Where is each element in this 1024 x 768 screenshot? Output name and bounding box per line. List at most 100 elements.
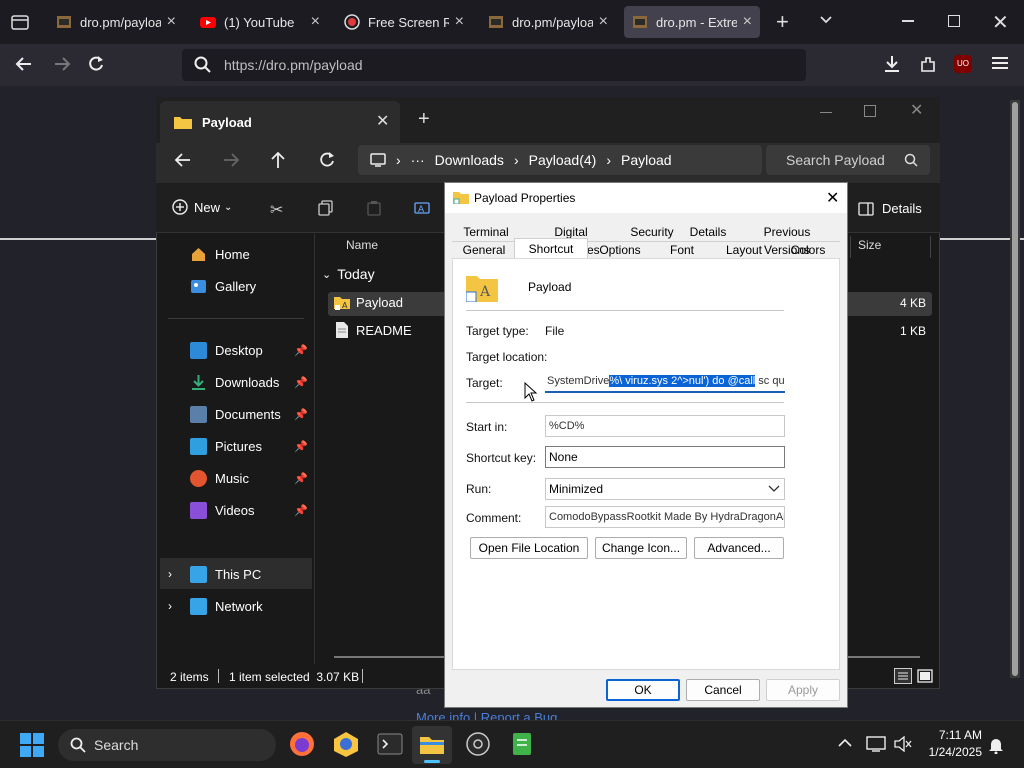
new-button[interactable]: New ⌄ [172, 199, 232, 215]
taskbar-search-box[interactable]: Search [58, 729, 276, 761]
sidebar-item-videos[interactable]: Videos 📌 [160, 495, 312, 525]
notification-bell-icon[interactable] [988, 736, 1004, 754]
breadcrumb-payload4[interactable]: Payload(4) [529, 152, 597, 168]
explorer-minimize-icon[interactable] [820, 112, 832, 113]
cut-icon[interactable]: ✂ [270, 200, 283, 220]
pin-icon[interactable]: 📌 [294, 376, 308, 389]
reload-icon[interactable] [86, 54, 106, 74]
firefox-icon[interactable] [288, 730, 316, 758]
start-windows-icon[interactable] [20, 733, 44, 757]
pin-icon[interactable]: 📌 [294, 344, 308, 357]
sidebar-item-gallery[interactable]: Gallery [160, 271, 312, 301]
back-icon[interactable] [14, 54, 34, 74]
tiles-view-icon[interactable] [916, 668, 934, 684]
obs-icon[interactable] [464, 730, 492, 758]
target-input[interactable]: SystemDrive %\ viruz.sys 2^>nul') do @cal… [545, 371, 785, 393]
column-header-size[interactable]: Size [858, 238, 881, 252]
sidebar-item-downloads[interactable]: Downloads 📌 [160, 367, 312, 397]
close-tab-icon[interactable]: × [743, 13, 752, 31]
close-tab-icon[interactable]: × [167, 13, 176, 31]
shortcut-key-input[interactable]: None [545, 446, 785, 468]
clock-time[interactable]: 7:11 AM [930, 728, 982, 742]
breadcrumb[interactable]: › ··· Downloads › Payload(4) › Payload [358, 145, 762, 175]
tab-details[interactable]: Details [688, 223, 728, 241]
tab-previous-versions[interactable]: Previous Versions [740, 223, 834, 257]
maximize-window-icon[interactable] [948, 15, 960, 27]
close-tab-icon[interactable]: × [455, 13, 464, 31]
dialog-close-icon[interactable]: ✕ [826, 188, 839, 208]
pin-icon[interactable]: 📌 [294, 408, 308, 421]
sidebar-item-music[interactable]: Music 📌 [160, 463, 312, 493]
chevron-right-icon[interactable]: › [168, 567, 172, 581]
explorer-tab[interactable]: Payload ✕ [160, 101, 400, 143]
breadcrumb-payload[interactable]: Payload [621, 152, 672, 168]
tab-shortcut[interactable]: Shortcut [514, 240, 588, 258]
network-tray-icon[interactable] [866, 736, 886, 752]
tab-general[interactable]: General [460, 241, 508, 259]
tab-options[interactable]: Options [596, 241, 644, 259]
tab-colors[interactable]: Colors [786, 241, 830, 259]
comment-input[interactable]: ComodoBypassRootkit Made By HydraDragonA… [545, 506, 785, 528]
open-file-location-button[interactable]: Open File Location [470, 537, 588, 559]
sidebar-item-network[interactable]: › Network [160, 591, 312, 621]
details-pane-button[interactable]: Details [858, 201, 922, 216]
chromium-icon[interactable] [332, 730, 360, 758]
sidebar-item-desktop[interactable]: Desktop 📌 [160, 335, 312, 365]
file-row[interactable]: README [336, 322, 412, 338]
tab-list-chevron-icon[interactable] [818, 12, 834, 28]
sidebar-item-pictures[interactable]: Pictures 📌 [160, 431, 312, 461]
change-icon-button[interactable]: Change Icon... [595, 537, 687, 559]
explorer-search-input[interactable]: Search Payload [766, 145, 930, 175]
tab-overview-icon[interactable] [10, 12, 30, 32]
breadcrumb-downloads[interactable]: Downloads [435, 152, 504, 168]
rename-icon[interactable]: A [414, 200, 430, 216]
tab-font[interactable]: Font [664, 241, 700, 259]
terminal-icon[interactable] [376, 730, 404, 758]
close-window-icon[interactable]: ✕ [992, 10, 1009, 35]
browser-tab-3[interactable]: Free Screen Reco × [336, 6, 472, 38]
browser-tab-5-active[interactable]: dro.pm - Extrem × [624, 6, 760, 38]
url-bar[interactable]: https://dro.pm/payload [182, 49, 806, 81]
column-header-name[interactable]: Name [346, 238, 378, 252]
sidebar-item-this-pc[interactable]: › This PC [160, 559, 312, 589]
pin-icon[interactable]: 📌 [294, 472, 308, 485]
ok-button[interactable]: OK [606, 679, 680, 701]
explorer-back-icon[interactable] [174, 152, 192, 168]
explorer-up-icon[interactable] [270, 151, 286, 169]
tab-security[interactable]: Security [628, 223, 676, 241]
page-scrollbar-thumb[interactable] [1012, 102, 1018, 676]
sidebar-item-home[interactable]: Home [160, 239, 312, 269]
group-header-today[interactable]: ⌄ Today [322, 266, 375, 282]
volume-muted-icon[interactable] [894, 736, 912, 752]
pin-icon[interactable]: 📌 [294, 440, 308, 453]
cancel-button[interactable]: Cancel [686, 679, 760, 701]
browser-tab-4[interactable]: dro.pm/payload × [480, 6, 616, 38]
browser-tab-2[interactable]: (1) YouTube × [192, 6, 328, 38]
explorer-maximize-icon[interactable] [864, 105, 876, 117]
downloads-icon[interactable] [882, 54, 902, 74]
close-tab-icon[interactable]: × [311, 13, 320, 31]
ublock-origin-icon[interactable]: UO [954, 55, 972, 73]
chevron-right-icon[interactable]: › [168, 599, 172, 613]
copy-icon[interactable] [318, 200, 334, 216]
file-row[interactable]: A Payload [334, 294, 403, 310]
clock-date[interactable]: 1/24/2025 [916, 745, 982, 759]
menu-hamburger-icon[interactable] [992, 56, 1008, 70]
new-explorer-tab-icon[interactable]: + [418, 108, 430, 131]
explorer-close-icon[interactable]: ✕ [910, 100, 923, 120]
pane-splitter[interactable] [314, 234, 315, 664]
more-breadcrumbs-icon[interactable]: ··· [411, 152, 425, 168]
explorer-refresh-icon[interactable] [318, 151, 336, 169]
run-select[interactable]: Minimized [545, 478, 785, 500]
details-view-icon[interactable] [894, 668, 912, 684]
minimize-window-icon[interactable] [902, 20, 914, 22]
notepad-icon[interactable] [508, 730, 536, 758]
pin-icon[interactable]: 📌 [294, 504, 308, 517]
new-tab-icon[interactable]: + [776, 11, 789, 33]
sidebar-item-documents[interactable]: Documents 📌 [160, 399, 312, 429]
advanced-button[interactable]: Advanced... [694, 537, 784, 559]
tab-terminal[interactable]: Terminal [462, 223, 510, 241]
extensions-icon[interactable] [918, 54, 938, 74]
start-in-input[interactable]: %CD% [545, 415, 785, 437]
tray-chevron-up-icon[interactable] [838, 738, 852, 748]
